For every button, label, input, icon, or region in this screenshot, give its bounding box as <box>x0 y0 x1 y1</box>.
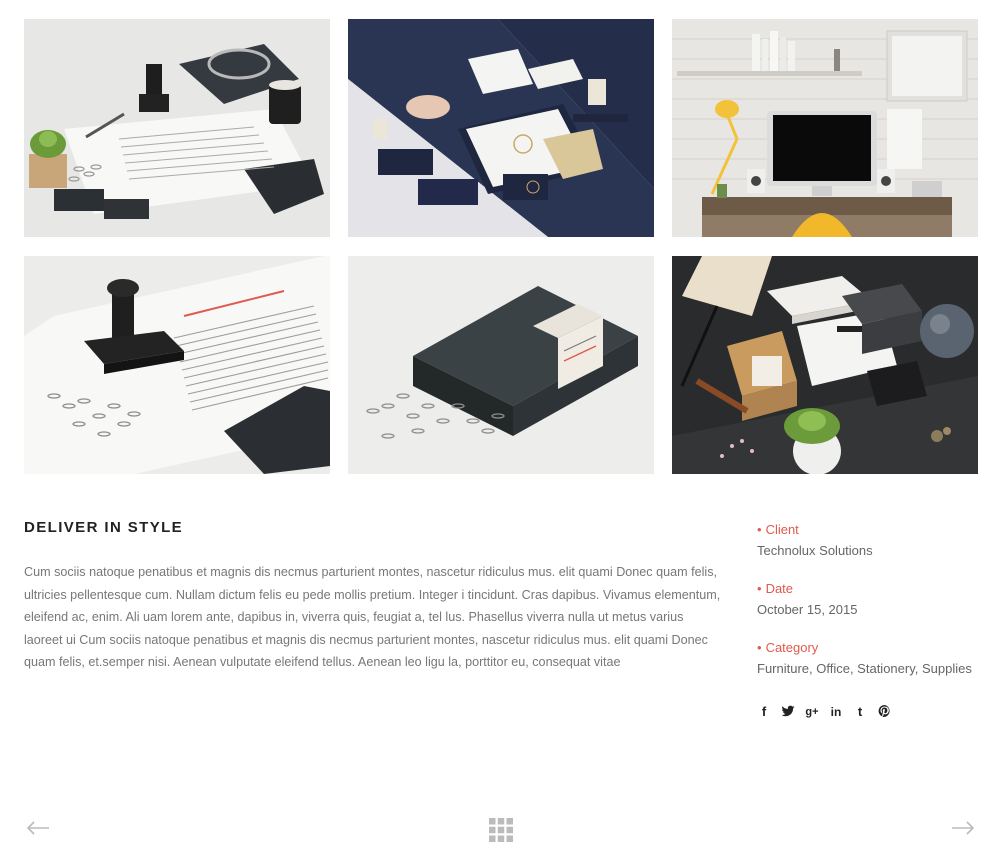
gallery-image-navy-stationery-set[interactable] <box>348 19 654 237</box>
bullet-icon: • <box>757 640 762 655</box>
social-share: f g+ in t <box>757 704 891 720</box>
meta-client-label: • Client <box>757 520 987 540</box>
bullet-icon: • <box>757 581 762 596</box>
category-label: Category <box>765 640 819 655</box>
tumblr-icon[interactable]: t <box>853 704 867 720</box>
meta-client: • Client Technolux Solutions <box>757 520 987 562</box>
twitter-icon[interactable] <box>781 704 795 720</box>
date-value: October 15, 2015 <box>757 602 858 617</box>
meta-date: • Date October 15, 2015 <box>757 579 987 621</box>
arrow-left-icon <box>26 821 49 835</box>
project-title: DELIVER IN STYLE <box>24 519 184 536</box>
client-value: Technolux Solutions <box>757 543 873 558</box>
pinterest-icon[interactable] <box>877 704 891 720</box>
gallery-image-letterhead-stamp-candle[interactable] <box>24 19 330 237</box>
meta-category: • Category Furniture, Office, Stationery,… <box>757 638 987 680</box>
grid-icon <box>489 818 513 842</box>
gallery-image-north-branding-set[interactable] <box>672 256 978 474</box>
project-description: Cum sociis natoque penatibus et magnis d… <box>24 565 721 669</box>
gallery-image-letterhead-stamp-closeup[interactable] <box>24 256 330 474</box>
date-label: Date <box>765 581 794 596</box>
bullet-icon: • <box>757 522 762 537</box>
gallery-image-desk-workspace[interactable] <box>672 19 978 237</box>
gallery-image-dark-box-paperclips[interactable] <box>348 256 654 474</box>
all-projects-button[interactable] <box>489 818 513 847</box>
arrow-right-icon <box>952 821 975 835</box>
meta-category-label: • Category <box>757 638 987 658</box>
category-value: Furniture, Office, Stationery, Supplies <box>757 661 972 676</box>
client-label: Client <box>765 522 799 537</box>
portfolio-gallery <box>24 19 979 474</box>
google-plus-icon[interactable]: g+ <box>805 704 819 720</box>
linkedin-icon[interactable]: in <box>829 704 843 720</box>
next-project-button[interactable] <box>951 820 975 841</box>
previous-project-button[interactable] <box>26 820 50 841</box>
project-meta: • Client Technolux Solutions • Date Octobe… <box>757 520 987 697</box>
meta-date-label: • Date <box>757 579 987 599</box>
facebook-icon[interactable]: f <box>757 704 771 720</box>
